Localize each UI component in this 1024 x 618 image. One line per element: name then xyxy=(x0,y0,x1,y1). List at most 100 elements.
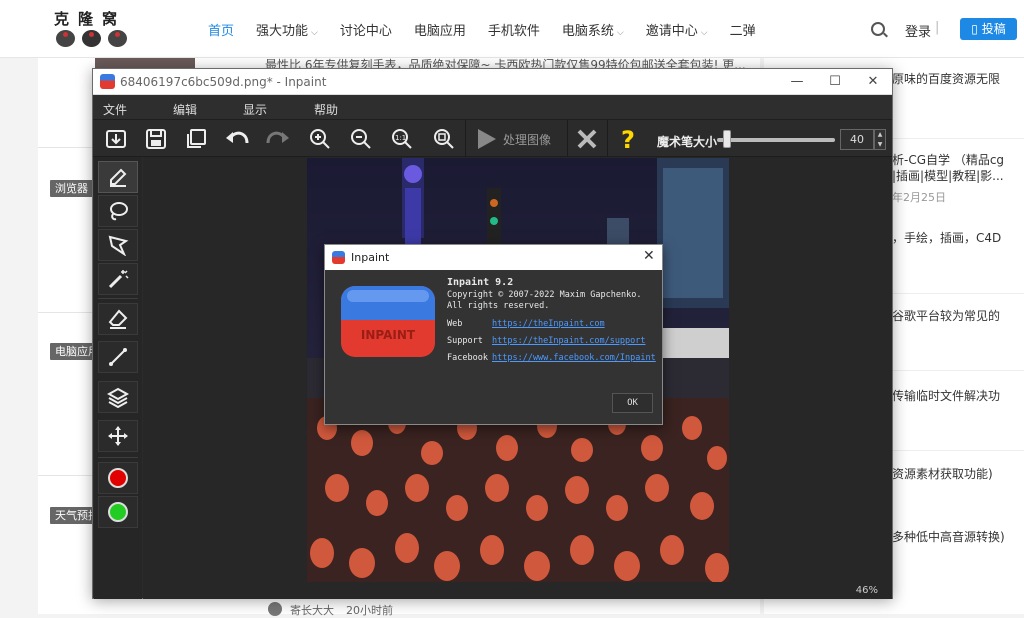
sidebar-article[interactable]: 原味的百度资源无限 xyxy=(892,70,1000,87)
move-tool[interactable] xyxy=(98,420,138,452)
logo-face-icon xyxy=(82,30,101,47)
nav-item[interactable]: 邀请中心 ⌵ xyxy=(646,20,708,39)
maximize-button[interactable]: ☐ xyxy=(816,69,854,95)
redo-icon xyxy=(266,131,289,144)
process-image-button[interactable]: 处理图像 xyxy=(475,124,565,154)
about-ok-button[interactable]: OK xyxy=(612,393,653,413)
move-icon xyxy=(108,426,128,446)
help-button[interactable]: ? xyxy=(614,124,644,154)
menu-view[interactable]: 显示 xyxy=(243,101,267,118)
magic-wand-tool[interactable] xyxy=(98,263,138,295)
polygon-lasso-tool[interactable] xyxy=(98,229,138,261)
author-name[interactable]: 寄长大大 xyxy=(290,602,334,618)
zoom-in-button[interactable] xyxy=(305,124,335,154)
menu-bar: 文件 编辑 显示 帮助 xyxy=(93,95,892,120)
nav-item-label: 电脑应用 xyxy=(413,23,466,39)
category-tag[interactable]: 浏览器 xyxy=(50,180,93,197)
about-close-button[interactable]: ✕ xyxy=(643,248,655,264)
clear-selection-button[interactable] xyxy=(572,124,602,154)
tool-separator xyxy=(98,457,138,458)
logo-word: INPAINT xyxy=(361,328,416,342)
sidebar-article[interactable]: ，手绘，插画，C4D xyxy=(892,229,1001,246)
sidebar-article[interactable]: 多种低中高音源转换) xyxy=(892,528,1005,545)
post-button-label: 投稿 xyxy=(981,22,1006,36)
sidebar-article[interactable]: 谷歌平台较为常见的 xyxy=(892,307,1000,324)
save-as-button[interactable] xyxy=(181,124,211,154)
feed-thumbnail[interactable] xyxy=(95,58,195,68)
eraser-tool[interactable] xyxy=(98,303,138,335)
about-dialog-titlebar[interactable]: Inpaint ✕ xyxy=(325,245,662,270)
zoom-actual-size-icon: 1:1 xyxy=(392,129,412,149)
inpaint-window: 68406197c6bc509d.png* - Inpaint — ☐ ✕ 文件… xyxy=(92,68,893,599)
site-header: 克隆窝 首页 强大功能 ⌵ 讨论中心 电脑应用 手机软件 电脑系统 ⌵ 邀请中心 ⌵ 二弹 登录 |… xyxy=(0,0,1024,58)
nav-item[interactable]: 讨论中心 xyxy=(340,20,392,39)
login-link[interactable]: 登录 xyxy=(905,21,931,40)
minimize-button[interactable]: — xyxy=(778,69,816,95)
nav-item[interactable]: 强大功能 ⌵ xyxy=(256,20,318,39)
save-icon xyxy=(146,129,166,149)
close-button[interactable]: ✕ xyxy=(854,69,892,95)
secondary-color-swatch xyxy=(108,502,128,522)
about-facebook-link[interactable]: https://www.facebook.com/Inpaint xyxy=(492,353,656,363)
logo-text: 克隆窝 xyxy=(54,10,127,28)
actual-size-button[interactable]: 1:1 xyxy=(387,124,417,154)
lasso-tool[interactable] xyxy=(98,195,138,227)
redo-button[interactable] xyxy=(263,124,293,154)
marker-tool[interactable] xyxy=(98,161,138,193)
nav-item-label: 电脑系统 xyxy=(561,23,614,39)
zoom-in-icon xyxy=(310,129,330,149)
brush-size-slider-thumb[interactable] xyxy=(722,130,731,148)
save-button[interactable] xyxy=(141,124,171,154)
marker-pen-icon xyxy=(110,168,127,187)
magic-wand-icon xyxy=(108,270,129,289)
about-facebook-label: Facebook xyxy=(447,353,488,363)
undo-button[interactable] xyxy=(222,124,252,154)
divider xyxy=(38,475,94,476)
search-icon[interactable] xyxy=(871,22,885,36)
layers-icon xyxy=(107,387,129,408)
menu-edit[interactable]: 编辑 xyxy=(173,101,197,118)
post-button[interactable]: ▯ 投稿 xyxy=(960,18,1017,40)
site-logo[interactable]: 克隆窝 xyxy=(54,8,134,50)
zoom-out-button[interactable] xyxy=(346,124,376,154)
nav-item-label: 邀请中心 xyxy=(645,23,698,39)
nav-item-label: 强大功能 xyxy=(256,23,309,39)
login-separator: | xyxy=(935,20,940,35)
about-support-link[interactable]: https://theInpaint.com/support xyxy=(492,336,646,346)
sidebar-article[interactable]: 传输临时文件解决功 xyxy=(892,387,1000,404)
menu-help[interactable]: 帮助 xyxy=(314,101,338,118)
open-file-button[interactable] xyxy=(101,124,131,154)
toolbar-separator xyxy=(567,120,568,157)
primary-color-button[interactable] xyxy=(98,462,138,494)
brush-size-spinner[interactable]: ▲ ▼ xyxy=(874,129,886,150)
nav-item[interactable]: 电脑应用 xyxy=(414,20,466,39)
nav-item-label: 手机软件 xyxy=(487,23,540,39)
line-tool[interactable] xyxy=(98,341,138,373)
zoom-fit-icon xyxy=(434,129,454,149)
menu-file[interactable]: 文件 xyxy=(103,101,127,118)
sidebar-article[interactable]: 资源素材获取功能) xyxy=(892,465,993,482)
nav-item[interactable]: 二弹 xyxy=(730,20,756,39)
nav-item[interactable]: 手机软件 xyxy=(488,20,540,39)
about-web-link[interactable]: https://theInpaint.com xyxy=(492,319,605,329)
nav-item[interactable]: 首页 xyxy=(208,20,234,39)
chevron-down-icon: ⌵ xyxy=(311,27,318,38)
inpaint-app-icon xyxy=(332,251,345,264)
window-titlebar[interactable]: 68406197c6bc509d.png* - Inpaint — ☐ ✕ xyxy=(93,69,892,95)
toolbar: 1:1 处理图像 ? 魔术笔大小 40 ▲ ▼ xyxy=(93,120,892,157)
sidebar-article[interactable]: |插画|模型|教程|影... xyxy=(892,167,1004,184)
nav-item[interactable]: 电脑系统 ⌵ xyxy=(562,20,624,39)
brush-size-input[interactable]: 40 xyxy=(840,129,874,150)
tool-palette xyxy=(94,157,142,599)
fit-window-button[interactable] xyxy=(429,124,459,154)
sidebar-article[interactable]: 析-CG自学 （精品cg xyxy=(892,151,1004,168)
secondary-color-button[interactable] xyxy=(98,496,138,528)
about-rights: All rights reserved. xyxy=(447,301,550,311)
import-icon xyxy=(106,130,126,148)
about-web-label: Web xyxy=(447,319,463,329)
svg-text:?: ? xyxy=(621,126,635,152)
process-image-label: 处理图像 xyxy=(503,132,552,147)
layers-tool[interactable] xyxy=(98,381,138,413)
brush-size-slider[interactable] xyxy=(717,138,835,142)
question-mark-icon: ? xyxy=(621,126,635,152)
